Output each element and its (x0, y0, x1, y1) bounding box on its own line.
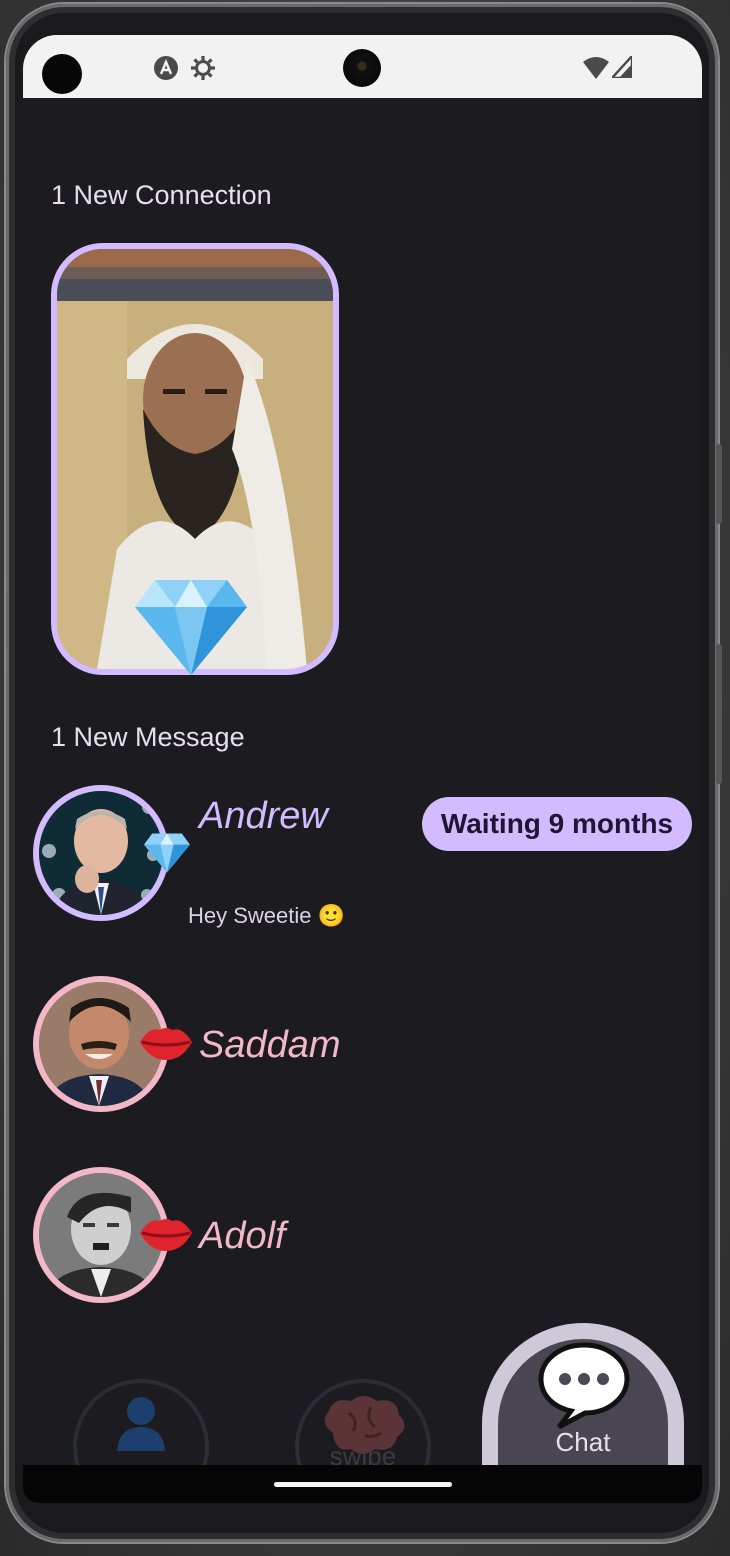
volume-button (716, 444, 722, 524)
screen: 1 New Connection 1 New Message Andrew He… (23, 35, 702, 1503)
new-messages-heading: 1 New Message (51, 722, 245, 752)
nav-label-chat: Chat (555, 1427, 611, 1457)
lips-icon (140, 1219, 192, 1251)
waiting-status-badge: Waiting 9 months (422, 797, 692, 851)
wifi-icon (583, 57, 609, 79)
message-preview: Hey Sweetie 🙂 (188, 903, 346, 928)
status-bar (23, 35, 702, 98)
gesture-bar (23, 1465, 702, 1503)
chat-bubble-icon (538, 1342, 630, 1430)
contact-name: Saddam (199, 1024, 341, 1066)
chat-row-saddam[interactable]: Saddam (23, 976, 702, 1116)
new-connections-heading: 1 New Connection (51, 180, 272, 210)
app-a-icon (154, 56, 178, 80)
bottom-navigation: swipe Chat (23, 1315, 702, 1503)
contact-name: Adolf (199, 1215, 286, 1257)
profile-icon (117, 1397, 165, 1451)
home-gesture-handle[interactable] (274, 1482, 452, 1487)
record-dot (42, 54, 82, 94)
diamond-icon (144, 833, 190, 873)
settings-icon (191, 56, 215, 80)
front-camera (343, 49, 381, 87)
signal-icon (612, 56, 632, 78)
lips-icon (140, 1028, 192, 1060)
diamond-icon (135, 580, 247, 675)
power-button (716, 644, 722, 784)
contact-name: Andrew (199, 795, 328, 837)
chat-row-adolf[interactable]: Adolf (23, 1167, 702, 1307)
chat-row-andrew[interactable]: Andrew Hey Sweetie 🙂 Waiting 9 months (23, 785, 702, 928)
